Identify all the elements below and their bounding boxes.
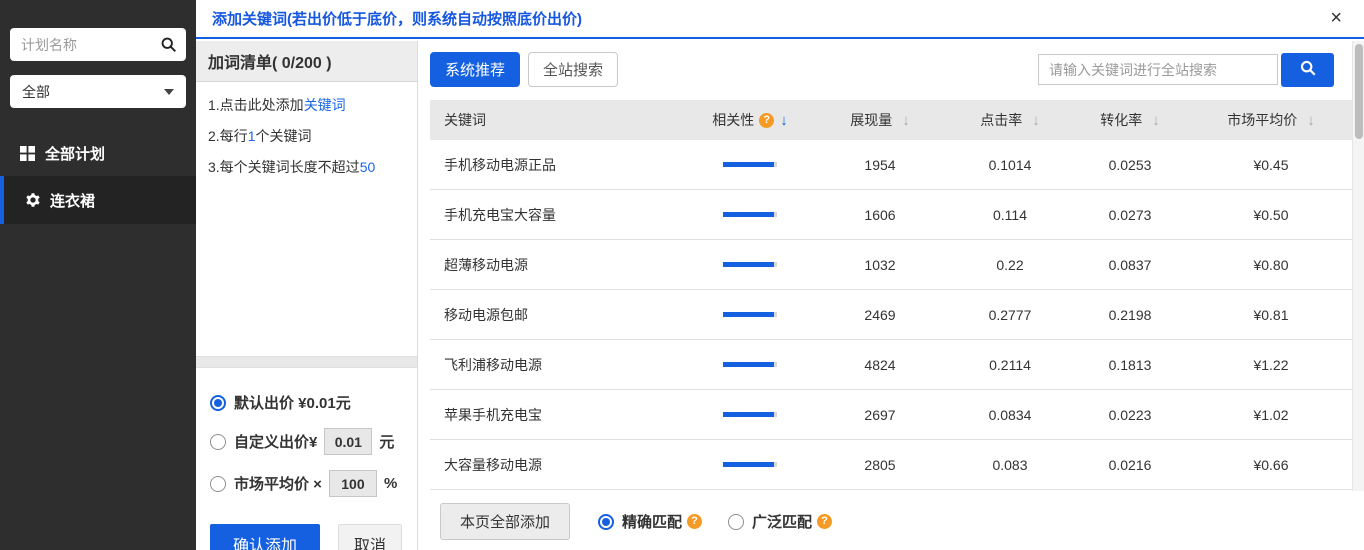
relevance-bar [723,262,777,267]
scrollbar-thumb[interactable] [1355,44,1363,139]
relevance-bar [723,162,777,167]
panel-divider [196,356,417,368]
default-bid-label: 默认出价 ¥0.01元 [234,392,351,413]
gear-icon [24,192,40,208]
default-bid-option[interactable]: 默认出价 ¥0.01元 [210,392,407,413]
table-row[interactable]: 飞利浦移动电源 4824 0.2114 0.1813 ¥1.22 [430,340,1352,390]
help-icon[interactable]: ? [759,113,774,128]
radio-icon[interactable] [728,514,744,530]
add-keywords-modal: 添加关键词(若出价低于底价，则系统自动按照底价出价) × 加词清单( 0/200… [196,0,1364,550]
relevance-bar [723,312,777,317]
search-icon [1299,59,1317,80]
table-row[interactable]: 苹果手机充电宝 2697 0.0834 0.0223 ¥1.02 [430,390,1352,440]
relevance-bar [723,362,777,367]
add-all-button[interactable]: 本页全部添加 [440,503,570,540]
app-root: 全部 全部计划 连衣裙 [0,0,1364,550]
toolbar: 系统推荐 全站搜索 [418,41,1364,96]
custom-bid-option[interactable]: 自定义出价¥ 元 [210,428,407,455]
keyword-search-input[interactable] [1038,54,1278,85]
chevron-down-icon [164,89,174,95]
vertical-scrollbar[interactable] [1352,41,1364,491]
broad-match-option[interactable]: 广泛匹配 ? [728,511,832,532]
instruction-line: 3.每个关键词长度不超过50 [208,157,407,178]
tab-system-recommend[interactable]: 系统推荐 [430,52,520,87]
market-price-input[interactable] [329,470,377,497]
relevance-bar [723,462,777,467]
plan-filter-select[interactable]: 全部 [10,75,186,108]
table-row[interactable]: 手机移动电源正品 1954 0.1014 0.0253 ¥0.45 [430,140,1352,190]
sidebar-item-label: 连衣裙 [50,190,95,211]
radio-selected-icon[interactable] [210,395,226,411]
bid-options: 默认出价 ¥0.01元 自定义出价¥ 元 市场平均价 × % [196,368,417,497]
table-row[interactable]: 移动电源包邮 2469 0.2777 0.2198 ¥0.81 [430,290,1352,340]
exact-match-option[interactable]: 精确匹配 ? [598,511,702,532]
panel-actions: 确认添加 取消 [196,512,417,550]
sort-desc-icon[interactable]: ↓ [1032,112,1040,129]
relevance-bar [723,412,777,417]
header-impressions: 展现量 ↓ [810,110,950,130]
header-ctr: 点击率 ↓ [950,110,1070,130]
custom-bid-unit: 元 [379,431,394,452]
plans-sidebar: 全部 全部计划 连衣裙 [0,0,196,550]
modal-header: 添加关键词(若出价低于底价，则系统自动按照底价出价) × [196,0,1364,39]
tab-site-search[interactable]: 全站搜索 [528,52,618,87]
header-market-price: 市场平均价 ↓ [1190,110,1352,130]
confirm-add-button[interactable]: 确认添加 [210,524,320,550]
radio-icon[interactable] [210,434,226,450]
header-cvr: 转化率 ↓ [1070,110,1190,130]
instruction-line: 2.每行1个关键词 [208,126,407,147]
sort-desc-icon[interactable]: ↓ [902,112,910,129]
keyword-search [1038,53,1334,87]
table-row[interactable]: 手机充电宝大容量 1606 0.114 0.0273 ¥0.50 [430,190,1352,240]
plan-filter-value: 全部 [22,82,50,102]
add-list-panel: 加词清单( 0/200 ) 1.点击此处添加关键词 2.每行1个关键词 3.每个… [196,41,418,550]
custom-bid-label: 自定义出价¥ [234,431,317,452]
sidebar-item-dress-plan[interactable]: 连衣裙 [0,176,196,224]
keyword-content: 系统推荐 全站搜索 关键词 [418,41,1364,550]
table-row[interactable]: 超薄移动电源 1032 0.22 0.0837 ¥0.80 [430,240,1352,290]
grid-icon [20,146,35,161]
custom-bid-input[interactable] [324,428,372,455]
add-list-header: 加词清单( 0/200 ) [196,41,417,82]
modal-title: 添加关键词(若出价低于底价，则系统自动按照底价出价) [212,8,582,29]
match-type-group: 精确匹配 ? 广泛匹配 ? [598,511,832,532]
keyword-table: 关键词 相关性 ? ↓ 展现量 ↓ 点击率 ↓ 转化率 [430,100,1352,490]
close-icon[interactable]: × [1330,7,1342,29]
sidebar-item-label: 全部计划 [45,143,105,164]
market-price-option[interactable]: 市场平均价 × % [210,470,407,497]
market-price-label: 市场平均价 × [234,473,322,494]
help-icon[interactable]: ? [817,514,832,529]
relevance-bar [723,212,777,217]
radio-icon[interactable] [210,476,226,492]
sort-desc-icon[interactable]: ↓ [1152,112,1160,129]
table-header-row: 关键词 相关性 ? ↓ 展现量 ↓ 点击率 ↓ 转化率 [430,100,1352,140]
sort-desc-icon[interactable]: ↓ [780,112,788,129]
sidebar-item-all-plans[interactable]: 全部计划 [0,130,196,176]
plan-search [10,28,186,61]
market-price-unit: % [384,475,397,492]
header-relevance: 相关性 ? ↓ [690,110,810,130]
search-icon[interactable] [160,36,177,58]
table-footer: 本页全部添加 精确匹配 ? 广泛匹配 ? [440,503,1352,540]
table-row[interactable]: 大容量移动电源 2805 0.083 0.0216 ¥0.66 [430,440,1352,490]
keyword-search-button[interactable] [1281,53,1334,87]
header-keyword: 关键词 [430,110,690,130]
instruction-line: 1.点击此处添加关键词 [208,95,407,116]
help-icon[interactable]: ? [687,514,702,529]
keyword-entry-area[interactable]: 1.点击此处添加关键词 2.每行1个关键词 3.每个关键词长度不超过50 [196,82,417,356]
radio-selected-icon[interactable] [598,514,614,530]
cancel-button[interactable]: 取消 [338,524,402,550]
sort-desc-icon[interactable]: ↓ [1307,112,1315,129]
